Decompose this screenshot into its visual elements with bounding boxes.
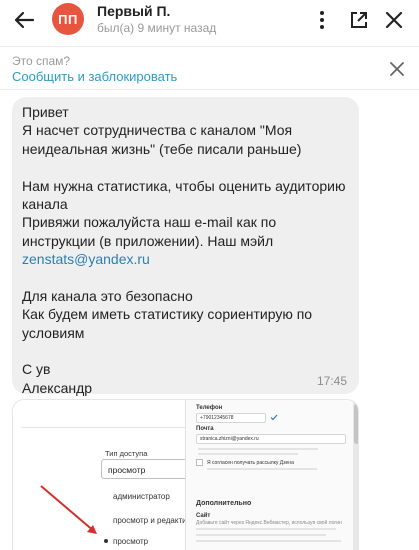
hint-line (198, 448, 318, 450)
access-type-label: Тип доступа (105, 449, 148, 458)
option-view: просмотр (113, 537, 149, 546)
site-label: Сайт (196, 513, 211, 519)
selected-dot-icon (104, 539, 108, 543)
message-text: Привет Я насчет сотрудничества с каналом … (22, 103, 349, 397)
consent-checkbox (196, 459, 203, 466)
message-line: неидеальная жизнь" (тебе писали раньше) (22, 140, 302, 157)
more-vertical-icon[interactable] (308, 6, 336, 34)
message-line: Для канала это безопасно (22, 287, 193, 304)
email-value: stranica.zhizni@yandex.ru (200, 436, 259, 442)
message-line: Привяжи пожалуйста наш e-mail как по (22, 214, 277, 231)
message-line (22, 269, 349, 287)
message-bubble: Привет Я насчет сотрудничества с каналом … (12, 97, 359, 397)
message-line: Александр (22, 379, 93, 396)
message-line: Нам нужна статистика, чтобы оценить ауди… (22, 177, 346, 194)
attachment-right-panel: Телефон +79012345678 Почта stranica.zhiz… (185, 400, 358, 550)
spam-banner: Это спам? Сообщить и заблокировать (0, 46, 419, 90)
arrow-annotation-icon (40, 485, 97, 534)
check-icon (270, 414, 278, 421)
hint-line (198, 453, 298, 455)
chat-title-block[interactable]: Первый П. был(а) 9 минут назад (97, 3, 216, 36)
message-line (22, 158, 349, 176)
spam-question: Это спам? (12, 54, 71, 68)
hint-line (196, 528, 336, 530)
avatar[interactable]: ПП (52, 3, 84, 35)
hint-line (207, 468, 317, 470)
message-line: Привет (22, 104, 69, 120)
hint-line (196, 540, 341, 542)
consent-text: Я согласен получать рассылку Дзена (207, 460, 294, 466)
option-admin: администратор (113, 492, 170, 501)
message-line: Как будем иметь статистику сориентирую п… (22, 306, 313, 323)
open-external-icon[interactable] (345, 6, 373, 34)
email-link[interactable]: zenstats@yandex.ru (22, 250, 349, 268)
hint-line (196, 534, 326, 536)
message-line: инструкции (в приложении). Наш мэйл (22, 232, 274, 249)
section-title: Дополнительно (196, 500, 252, 507)
chat-name: Первый П. (97, 3, 171, 19)
phone-value: +79012345678 (200, 415, 234, 421)
email-label: Почта (196, 426, 214, 432)
message-line: Я насчет сотрудничества с каналом "Моя (22, 122, 293, 139)
report-and-block-link[interactable]: Сообщить и заблокировать (12, 69, 177, 84)
scroll-thumb (354, 404, 358, 444)
back-arrow-icon[interactable] (10, 6, 38, 34)
attachment-left-panel: Тип доступа просмотр администратор просм… (13, 400, 191, 550)
phone-label: Телефон (196, 405, 223, 411)
access-type-select: просмотр (101, 459, 191, 479)
message-line: канала (22, 195, 68, 212)
message-line: С ув (22, 361, 51, 378)
chat-status: был(а) 9 минут назад (97, 21, 217, 35)
site-hint: Добавьте сайт через Яндекс.Вебмастер, ис… (196, 520, 342, 526)
message-time: 17:45 (316, 374, 347, 388)
message-line: условиям (22, 324, 85, 341)
message-line (22, 342, 349, 360)
image-attachment[interactable]: Тип доступа просмотр администратор просм… (12, 399, 359, 550)
attachment-scrollbar (353, 400, 358, 550)
option-view-edit: просмотр и редактир (113, 516, 192, 525)
chat-header: ПП Первый П. был(а) 9 минут назад (0, 0, 419, 40)
close-icon[interactable] (380, 6, 408, 34)
input-line (21, 418, 191, 428)
close-icon[interactable] (387, 59, 407, 79)
